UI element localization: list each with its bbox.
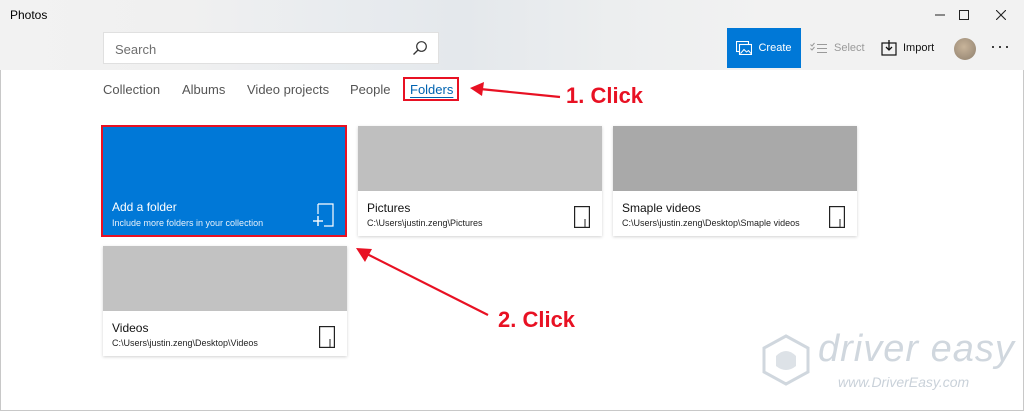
arrow-step1 [479,87,561,99]
arrow-step2 [364,252,489,316]
watermark-url: www.DriverEasy.com [838,374,970,390]
watermark: driver easy www.DriverEasy.com [760,328,1014,398]
annotation-step2: 2. Click [498,307,576,332]
watermark-brand: driver easy [818,328,1015,370]
annotation-step1: 1. Click [566,83,644,108]
arrow-step1-head [470,82,484,96]
driver-easy-logo-icon [762,334,810,386]
